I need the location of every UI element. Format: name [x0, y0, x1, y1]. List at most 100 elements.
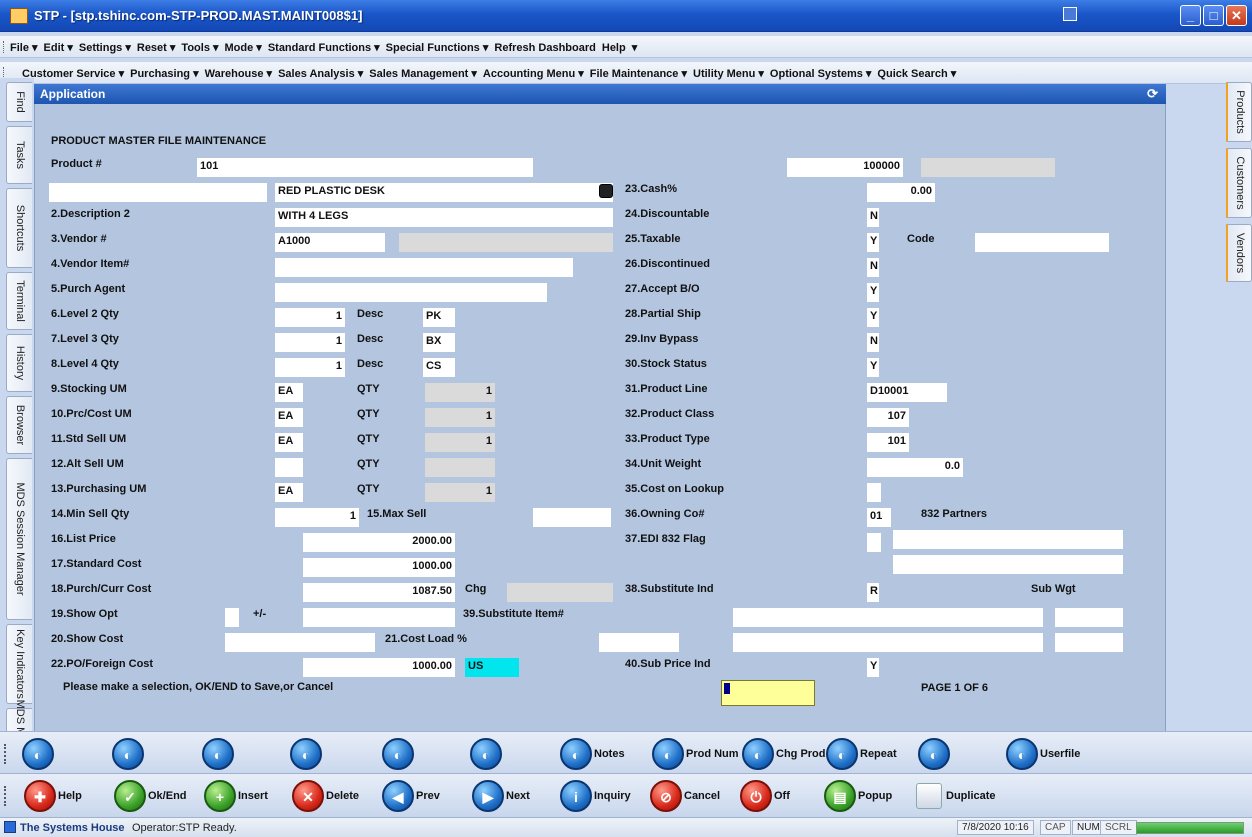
- owning-co-field[interactable]: 01: [867, 508, 891, 527]
- left-tab-1[interactable]: Tasks: [6, 126, 32, 184]
- alt-sell-um-field[interactable]: [275, 458, 303, 477]
- substitute-ind-field[interactable]: R: [867, 583, 879, 602]
- unit-weight-field[interactable]: 0.0: [867, 458, 963, 477]
- stocking-qty-field[interactable]: 1: [425, 383, 495, 402]
- level4-qty-field[interactable]: 1: [275, 358, 345, 377]
- discontinued-field[interactable]: N: [867, 258, 879, 277]
- tb1-button-1[interactable]: ◐: [112, 738, 146, 770]
- substitute-item-field[interactable]: [733, 608, 1043, 627]
- left-tab-7[interactable]: Key Indicators: [6, 624, 32, 704]
- std-sell-um-field[interactable]: EA: [275, 433, 303, 452]
- tb1-button-3[interactable]: ◐: [290, 738, 324, 770]
- list-price-field[interactable]: 2000.00: [303, 533, 455, 552]
- menu-item-3[interactable]: Reset ▾: [137, 42, 176, 54]
- left-tab-0[interactable]: Find: [6, 82, 32, 122]
- module-menu-item-2[interactable]: Warehouse ▾: [205, 68, 272, 80]
- product-type-field[interactable]: 101: [867, 433, 909, 452]
- tb2-button-2[interactable]: + Insert: [204, 780, 268, 812]
- camera-icon[interactable]: [599, 184, 613, 198]
- po-foreign-cost-field[interactable]: 1000.00: [303, 658, 455, 677]
- menu-item-5[interactable]: Mode ▾: [225, 42, 262, 54]
- stocking-um-field[interactable]: EA: [275, 383, 303, 402]
- edi-832-flag-field[interactable]: [867, 533, 881, 552]
- cash-percent-field[interactable]: 0.00: [867, 183, 935, 202]
- module-menu-item-4[interactable]: Sales Management ▾: [369, 68, 477, 80]
- tax-code-field[interactable]: [975, 233, 1109, 252]
- level3-qty-field[interactable]: 1: [275, 333, 345, 352]
- selection-input[interactable]: [721, 680, 815, 706]
- tb2-button-6[interactable]: i Inquiry: [560, 780, 631, 812]
- module-menu-item-1[interactable]: Purchasing ▾: [130, 68, 198, 80]
- left-tab-4[interactable]: History: [6, 334, 32, 392]
- standard-cost-field[interactable]: 1000.00: [303, 558, 455, 577]
- monitor-icon[interactable]: [1063, 7, 1077, 21]
- sub-price-ind-field[interactable]: Y: [867, 658, 879, 677]
- tb1-button-9[interactable]: ◐ Repeat: [826, 738, 897, 770]
- tb2-button-1[interactable]: ✓ Ok/End: [114, 780, 187, 812]
- purchasing-qty-field[interactable]: 1: [425, 483, 495, 502]
- min-sell-qty-field[interactable]: 1: [275, 508, 359, 527]
- tb1-button-0[interactable]: ◐: [22, 738, 56, 770]
- left-tab-6[interactable]: MDS Session Manager: [6, 458, 32, 620]
- menu-item-9[interactable]: Help: [602, 42, 626, 54]
- module-menu-item-6[interactable]: File Maintenance ▾: [590, 68, 687, 80]
- menu-item-0[interactable]: File ▾: [10, 42, 38, 54]
- description-2-field[interactable]: WITH 4 LEGS: [275, 208, 613, 227]
- tb1-button-4[interactable]: ◐: [382, 738, 416, 770]
- left-tab-8[interactable]: MDS Me: [6, 699, 32, 742]
- std-sell-qty-field[interactable]: 1: [425, 433, 495, 452]
- level4-desc-field[interactable]: CS: [423, 358, 455, 377]
- product-number-field[interactable]: 101: [197, 158, 533, 177]
- prc-cost-qty-field[interactable]: 1: [425, 408, 495, 427]
- tb2-button-9[interactable]: ▤ Popup: [824, 780, 892, 812]
- chg-field[interactable]: [507, 583, 613, 602]
- tb1-button-2[interactable]: ◐: [202, 738, 236, 770]
- show-opt-field[interactable]: [225, 608, 239, 627]
- minimize-button[interactable]: _: [1180, 5, 1201, 26]
- inv-bypass-field[interactable]: N: [867, 333, 879, 352]
- module-menu-item-0[interactable]: Customer Service ▾: [22, 68, 124, 80]
- vendor-number-field[interactable]: A1000: [275, 233, 385, 252]
- tb2-button-3[interactable]: ✕ Delete: [292, 780, 359, 812]
- right-tab-1[interactable]: Customers: [1226, 148, 1252, 218]
- level2-desc-field[interactable]: PK: [423, 308, 455, 327]
- desc1-prefix-field[interactable]: [49, 183, 267, 202]
- maximize-button[interactable]: □: [1203, 5, 1224, 26]
- tb2-button-4[interactable]: ◀ Prev: [382, 780, 440, 812]
- discountable-field[interactable]: N: [867, 208, 879, 227]
- tb1-button-11[interactable]: ◐ Userfile: [1006, 738, 1080, 770]
- taxable-field[interactable]: Y: [867, 233, 879, 252]
- level2-qty-field[interactable]: 1: [275, 308, 345, 327]
- menu-item-10[interactable]: ▾: [632, 42, 638, 54]
- currency-field[interactable]: US: [465, 658, 519, 677]
- menu-item-8[interactable]: Refresh Dashboard: [494, 42, 595, 54]
- prc-cost-um-field[interactable]: EA: [275, 408, 303, 427]
- description-1-field[interactable]: RED PLASTIC DESK: [275, 183, 613, 202]
- product-extra-field[interactable]: [921, 158, 1055, 177]
- left-tab-3[interactable]: Terminal: [6, 272, 32, 330]
- module-menu-item-7[interactable]: Utility Menu ▾: [693, 68, 764, 80]
- purch-agent-field[interactable]: [275, 283, 547, 302]
- tb1-button-8[interactable]: ◐ Chg Prod: [742, 738, 826, 770]
- vendor-name-field[interactable]: [399, 233, 613, 252]
- module-menu-item-5[interactable]: Accounting Menu ▾: [483, 68, 584, 80]
- menu-item-6[interactable]: Standard Functions ▾: [268, 42, 380, 54]
- tb2-button-8[interactable]: ⏻ Off: [740, 780, 790, 812]
- right-tab-2[interactable]: Vendors: [1226, 224, 1252, 282]
- tb1-button-6[interactable]: ◐ Notes: [560, 738, 625, 770]
- cost-load-field[interactable]: [599, 633, 679, 652]
- pin-icon[interactable]: ⟳: [1147, 86, 1158, 102]
- tb1-button-10[interactable]: ◐: [918, 738, 952, 770]
- tb2-button-10[interactable]: Duplicate: [916, 780, 996, 812]
- level3-desc-field[interactable]: BX: [423, 333, 455, 352]
- tb1-button-7[interactable]: ◐ Prod Num: [652, 738, 739, 770]
- product-line-field[interactable]: D10001: [867, 383, 947, 402]
- product-code-field[interactable]: 100000: [787, 158, 903, 177]
- module-menu-item-9[interactable]: Quick Search ▾: [877, 68, 956, 80]
- cost-on-lookup-field[interactable]: [867, 483, 881, 502]
- left-tab-2[interactable]: Shortcuts: [6, 188, 32, 268]
- edi-832-field[interactable]: [893, 530, 1123, 549]
- module-menu-item-3[interactable]: Sales Analysis ▾: [278, 68, 363, 80]
- show-opt-value-field[interactable]: [303, 608, 455, 627]
- alt-sell-qty-field[interactable]: [425, 458, 495, 477]
